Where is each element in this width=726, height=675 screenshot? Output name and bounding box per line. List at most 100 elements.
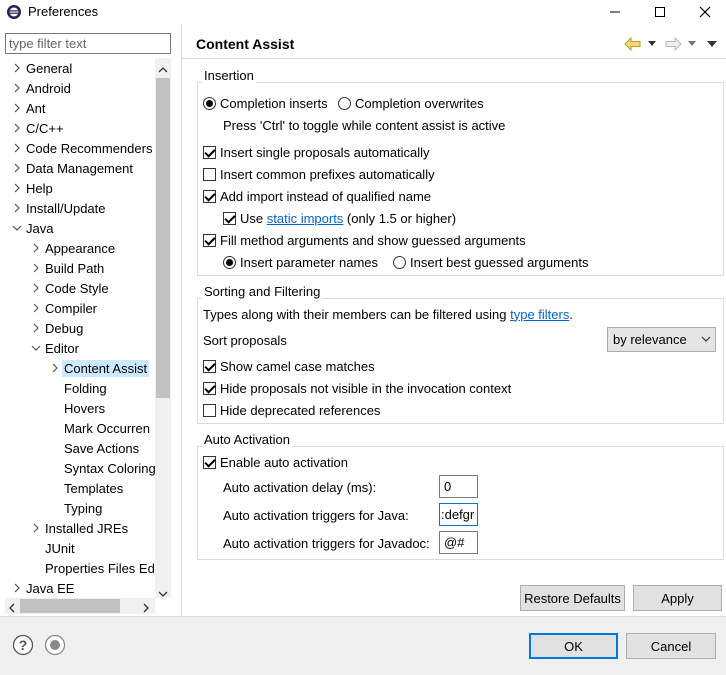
chevron-down-icon[interactable] — [10, 221, 24, 235]
tree-horizontal-scroll-thumb[interactable] — [20, 599, 120, 613]
java-triggers-input[interactable]: :defgr — [439, 503, 478, 526]
back-button[interactable] — [624, 36, 642, 52]
insert-common-label: Insert common prefixes automatically — [220, 166, 435, 182]
tree-item[interactable]: Ant — [10, 98, 48, 118]
chevron-right-icon[interactable] — [10, 121, 24, 135]
chevron-right-icon[interactable] — [10, 61, 24, 75]
tree-item-label: Ant — [26, 100, 46, 116]
hide-deprecated-checkbox[interactable]: Hide deprecated references — [203, 401, 380, 419]
javadoc-triggers-input[interactable]: @# — [439, 531, 478, 554]
ok-button[interactable]: OK — [529, 633, 618, 659]
help-button[interactable]: ? — [12, 634, 34, 659]
chevron-right-icon[interactable] — [29, 321, 43, 335]
camel-case-checkbox[interactable]: Show camel case matches — [203, 357, 375, 375]
tree-item[interactable]: Code Style — [29, 278, 111, 298]
tree-item[interactable]: Mark Occurren — [48, 418, 152, 438]
chevron-right-icon[interactable] — [29, 281, 43, 295]
scroll-down-icon[interactable] — [158, 586, 168, 601]
insert-single-checkbox[interactable]: Insert single proposals automatically — [203, 143, 430, 161]
chevron-right-icon[interactable] — [29, 521, 43, 535]
completion-inserts-radio[interactable]: Completion inserts — [203, 94, 328, 112]
tree-vertical-scroll-thumb[interactable] — [156, 78, 170, 398]
auto-activation-delay-input[interactable]: 0 — [439, 475, 478, 498]
enable-auto-activation-checkbox[interactable]: Enable auto activation — [203, 453, 348, 471]
cancel-button[interactable]: Cancel — [626, 633, 716, 659]
tree-item-label: Debug — [45, 320, 84, 336]
tree-item[interactable]: Debug — [29, 318, 85, 338]
tree-item[interactable]: Data Management — [10, 158, 135, 178]
tree-item[interactable]: Java EE — [10, 578, 76, 598]
tree-item[interactable]: Appearance — [29, 238, 117, 258]
tree-item[interactable]: Build Path — [29, 258, 106, 278]
tree-item-label: Mark Occurren — [64, 420, 150, 436]
hide-not-visible-checkbox[interactable]: Hide proposals not visible in the invoca… — [203, 379, 511, 397]
chevron-right-icon[interactable] — [10, 161, 24, 175]
tree-item[interactable]: JUnit — [29, 538, 77, 558]
close-button[interactable] — [685, 0, 725, 24]
tree-item[interactable]: Editor — [29, 338, 81, 358]
chevron-right-icon[interactable] — [10, 201, 24, 215]
tree-item[interactable]: C/C++ — [10, 118, 66, 138]
import-export-button[interactable] — [44, 634, 66, 659]
sort-proposals-label-row: Sort proposals — [203, 331, 287, 349]
tree-item[interactable]: Installed JREs — [29, 518, 130, 538]
chevron-right-icon[interactable] — [29, 241, 43, 255]
tree-item-label: Templates — [64, 480, 124, 496]
insert-single-label: Insert single proposals automatically — [220, 144, 430, 160]
back-menu-button[interactable] — [648, 36, 656, 52]
view-menu-button[interactable] — [707, 36, 717, 52]
scroll-right-icon[interactable] — [142, 601, 150, 616]
apply-button[interactable]: Apply — [633, 585, 722, 611]
restore-defaults-button[interactable]: Restore Defaults — [520, 585, 625, 611]
tree-item-label: Compiler — [45, 300, 98, 316]
scroll-up-icon[interactable] — [158, 62, 168, 77]
tree-item[interactable]: Code Recommenders — [10, 138, 154, 158]
insert-common-checkbox[interactable]: Insert common prefixes automatically — [203, 165, 435, 183]
tree-item[interactable]: Syntax Coloring — [48, 458, 155, 478]
chevron-right-icon[interactable] — [10, 581, 24, 595]
insert-best-guessed-radio[interactable]: Insert best guessed arguments — [393, 253, 589, 271]
forward-button[interactable] — [664, 36, 682, 52]
chevron-right-icon[interactable] — [29, 261, 43, 275]
fill-method-arguments-checkbox[interactable]: Fill method arguments and show guessed a… — [203, 231, 526, 249]
chevron-down-icon[interactable] — [29, 341, 43, 355]
use-static-imports-checkbox[interactable]: Use static imports (only 1.5 or higher) — [223, 209, 456, 227]
chevron-right-icon[interactable] — [10, 101, 24, 115]
tree-item[interactable]: Hovers — [48, 398, 107, 418]
chevron-right-icon[interactable] — [10, 81, 24, 95]
tree-item[interactable]: General — [10, 58, 74, 78]
type-filters-link[interactable]: type filters — [510, 307, 569, 322]
filter-input[interactable] — [5, 33, 171, 54]
tree-item[interactable]: Android — [10, 78, 73, 98]
hide-deprecated-label: Hide deprecated references — [220, 402, 381, 418]
minimize-button[interactable] — [595, 0, 635, 24]
chevron-right-icon[interactable] — [48, 361, 62, 375]
add-import-checkbox[interactable]: Add import instead of qualified name — [203, 187, 431, 205]
static-imports-link[interactable]: static imports — [267, 211, 344, 226]
tree-item[interactable]: Install/Update — [10, 198, 108, 218]
tree-item-label: Content Assist — [62, 359, 150, 377]
insert-parameter-names-radio[interactable]: Insert parameter names — [223, 253, 378, 271]
tree-item[interactable]: Content Assist — [48, 358, 150, 378]
forward-menu-button[interactable] — [688, 36, 696, 52]
tree-item[interactable]: Help — [10, 178, 55, 198]
tree-item[interactable]: Java — [10, 218, 55, 238]
completion-overwrites-label: Completion overwrites — [355, 95, 484, 111]
java-triggers-label: Auto activation triggers for Java: — [223, 507, 409, 523]
chevron-right-icon[interactable] — [29, 301, 43, 315]
tree-item[interactable]: Typing — [48, 498, 104, 518]
tree-item[interactable]: Save Actions — [48, 438, 141, 458]
tree-item[interactable]: Folding — [48, 378, 109, 398]
sort-proposals-select[interactable]: by relevance — [607, 327, 716, 352]
checkbox-indicator — [203, 359, 216, 373]
tree-item[interactable]: Compiler — [29, 298, 99, 318]
insertion-group-title: Insertion — [202, 68, 256, 83]
scroll-left-icon[interactable] — [8, 601, 16, 616]
tree-item[interactable]: Properties Files Ed — [29, 558, 155, 578]
maximize-button[interactable] — [640, 0, 680, 24]
chevron-right-icon[interactable] — [10, 181, 24, 195]
chevron-right-icon[interactable] — [10, 141, 24, 155]
tree-item[interactable]: Templates — [48, 478, 125, 498]
completion-overwrites-radio[interactable]: Completion overwrites — [338, 94, 484, 112]
